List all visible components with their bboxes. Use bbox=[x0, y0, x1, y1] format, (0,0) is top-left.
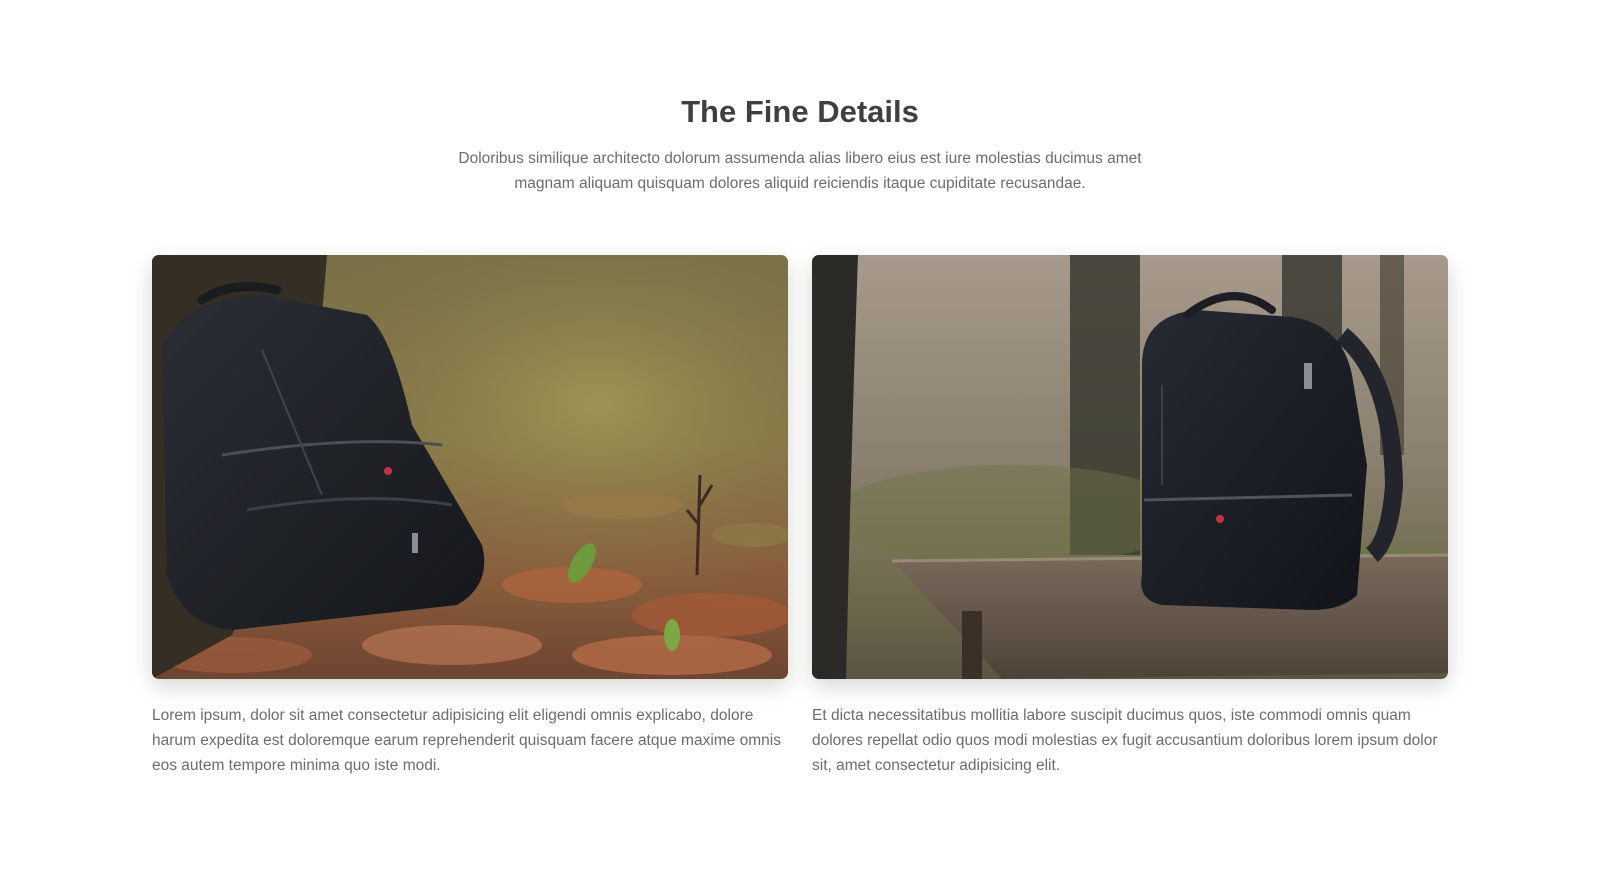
backpack-forest-image bbox=[152, 255, 788, 679]
backpack-bench-image bbox=[812, 255, 1448, 679]
backpack-bench-photo bbox=[812, 255, 1448, 679]
card-1-caption: Lorem ipsum, dolor sit amet consectetur … bbox=[152, 707, 781, 774]
backpack-forest-photo bbox=[152, 255, 788, 679]
section-title: The Fine Details bbox=[681, 94, 919, 129]
section-lead: Doloribus similique architecto dolorum a… bbox=[458, 150, 1142, 192]
detail-card-2: Et dicta necessitatibus mollitia labore … bbox=[812, 255, 1448, 778]
card-2-caption: Et dicta necessitatibus mollitia labore … bbox=[812, 707, 1438, 774]
fine-details-section: The Fine Details Doloribus similique arc… bbox=[0, 0, 1600, 873]
detail-card-1: Lorem ipsum, dolor sit amet consectetur … bbox=[152, 255, 788, 778]
